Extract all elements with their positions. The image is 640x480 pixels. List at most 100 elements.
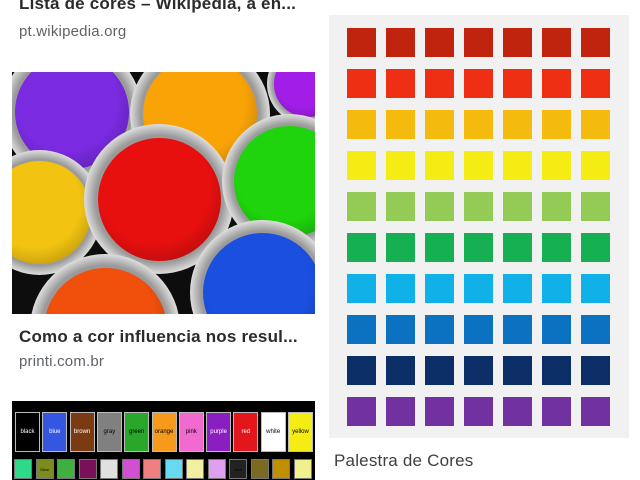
palette-swatch (581, 192, 610, 221)
palette-swatch (386, 151, 415, 180)
palette-swatch (542, 69, 571, 98)
palette-swatch (581, 233, 610, 262)
named-color-cell: white (260, 412, 286, 452)
paint-surface (12, 161, 91, 264)
palette-swatch (503, 151, 532, 180)
named-color-mini-cell: Olive (35, 459, 54, 479)
result-title[interactable]: Como a cor influencia nos resul... (19, 327, 309, 347)
paint-surface (274, 72, 315, 117)
named-color-mini-cell (121, 459, 140, 479)
palette-swatch (503, 69, 532, 98)
palette-swatch (425, 192, 454, 221)
palette-swatch (464, 151, 493, 180)
named-color-mini-cell (78, 459, 97, 479)
palette-swatch (581, 274, 610, 303)
palette-swatch (542, 315, 571, 344)
palette-swatch (386, 110, 415, 139)
palette-swatch (347, 274, 376, 303)
palette-swatch (425, 356, 454, 385)
named-color-cell: blue (42, 412, 68, 452)
palette-swatch (386, 28, 415, 57)
palette-swatch (581, 110, 610, 139)
palette-swatch (542, 110, 571, 139)
palette-swatch (581, 151, 610, 180)
named-color-cell: brown (69, 412, 95, 452)
named-color-mini-cell (14, 459, 32, 479)
palette-swatch (542, 233, 571, 262)
palette-swatch (347, 192, 376, 221)
named-color-cell: yellow (288, 412, 313, 452)
palette-swatch (464, 69, 493, 98)
palette-swatch (542, 356, 571, 385)
named-color-mini-cell (164, 459, 183, 479)
paint-surface (203, 233, 315, 314)
color-palette-image[interactable] (329, 15, 629, 438)
result-source: printi.com.br (19, 353, 105, 370)
palette-swatch (386, 315, 415, 344)
palette-swatch (581, 69, 610, 98)
named-color-mini-cell: dark (229, 459, 247, 479)
palette-swatch (503, 397, 532, 426)
named-color-cell: pink (178, 412, 204, 452)
palette-swatch (347, 69, 376, 98)
palette-swatch (464, 28, 493, 57)
palette-swatch (542, 274, 571, 303)
palette-swatch (425, 233, 454, 262)
palette-swatch (347, 28, 376, 57)
palette-swatch (464, 110, 493, 139)
palette-swatch (425, 151, 454, 180)
palette-swatch (386, 69, 415, 98)
named-color-cell: black (15, 412, 40, 452)
paint-surface (43, 267, 167, 314)
palette-swatch (503, 274, 532, 303)
named-color-mini-cell (293, 459, 312, 479)
palette-swatch (347, 233, 376, 262)
palette-swatch (464, 356, 493, 385)
palette-swatch (581, 28, 610, 57)
palette-swatch (503, 315, 532, 344)
palette-swatch (347, 397, 376, 426)
named-color-mini-cell (57, 459, 75, 479)
result-source: pt.wikipedia.org (19, 23, 127, 40)
palette-swatch (464, 233, 493, 262)
named-color-cell: purple (206, 412, 232, 452)
named-color-cell: orange (151, 412, 177, 452)
palette-swatch (503, 192, 532, 221)
palette-swatch (503, 28, 532, 57)
paint-surface (97, 137, 221, 261)
palette-swatch (581, 397, 610, 426)
palette-swatch (386, 274, 415, 303)
palette-swatch (542, 192, 571, 221)
palette-swatch (347, 356, 376, 385)
palette-swatch (425, 69, 454, 98)
result-title[interactable]: Palestra de Cores (334, 451, 624, 471)
palette-swatch (542, 397, 571, 426)
palette-swatch (425, 315, 454, 344)
palette-swatch (347, 315, 376, 344)
palette-swatch (581, 356, 610, 385)
named-color-mini-cell (207, 459, 226, 479)
palette-swatch (503, 110, 532, 139)
palette-swatch (542, 28, 571, 57)
paint-cans-image[interactable] (12, 72, 315, 314)
palette-swatch (386, 397, 415, 426)
palette-swatch (503, 233, 532, 262)
named-colors-image[interactable]: black blue brown gray green orange pink purple r… (12, 401, 315, 480)
palette-swatch (425, 28, 454, 57)
palette-swatch (386, 233, 415, 262)
palette-swatch (347, 110, 376, 139)
palette-swatch (347, 151, 376, 180)
palette-swatch (386, 356, 415, 385)
palette-swatch (464, 274, 493, 303)
named-color-mini-cell (186, 459, 204, 479)
named-color-mini-cell (272, 459, 290, 479)
palette-swatch (464, 315, 493, 344)
result-title[interactable]: Lista de cores – Wikipédia, a en... (19, 0, 309, 14)
palette-swatch (425, 110, 454, 139)
palette-swatch (386, 192, 415, 221)
named-color-mini-cell (143, 459, 161, 479)
palette-swatch (503, 356, 532, 385)
named-color-cell: gray (96, 412, 122, 452)
palette-swatch (464, 397, 493, 426)
palette-swatch (425, 397, 454, 426)
